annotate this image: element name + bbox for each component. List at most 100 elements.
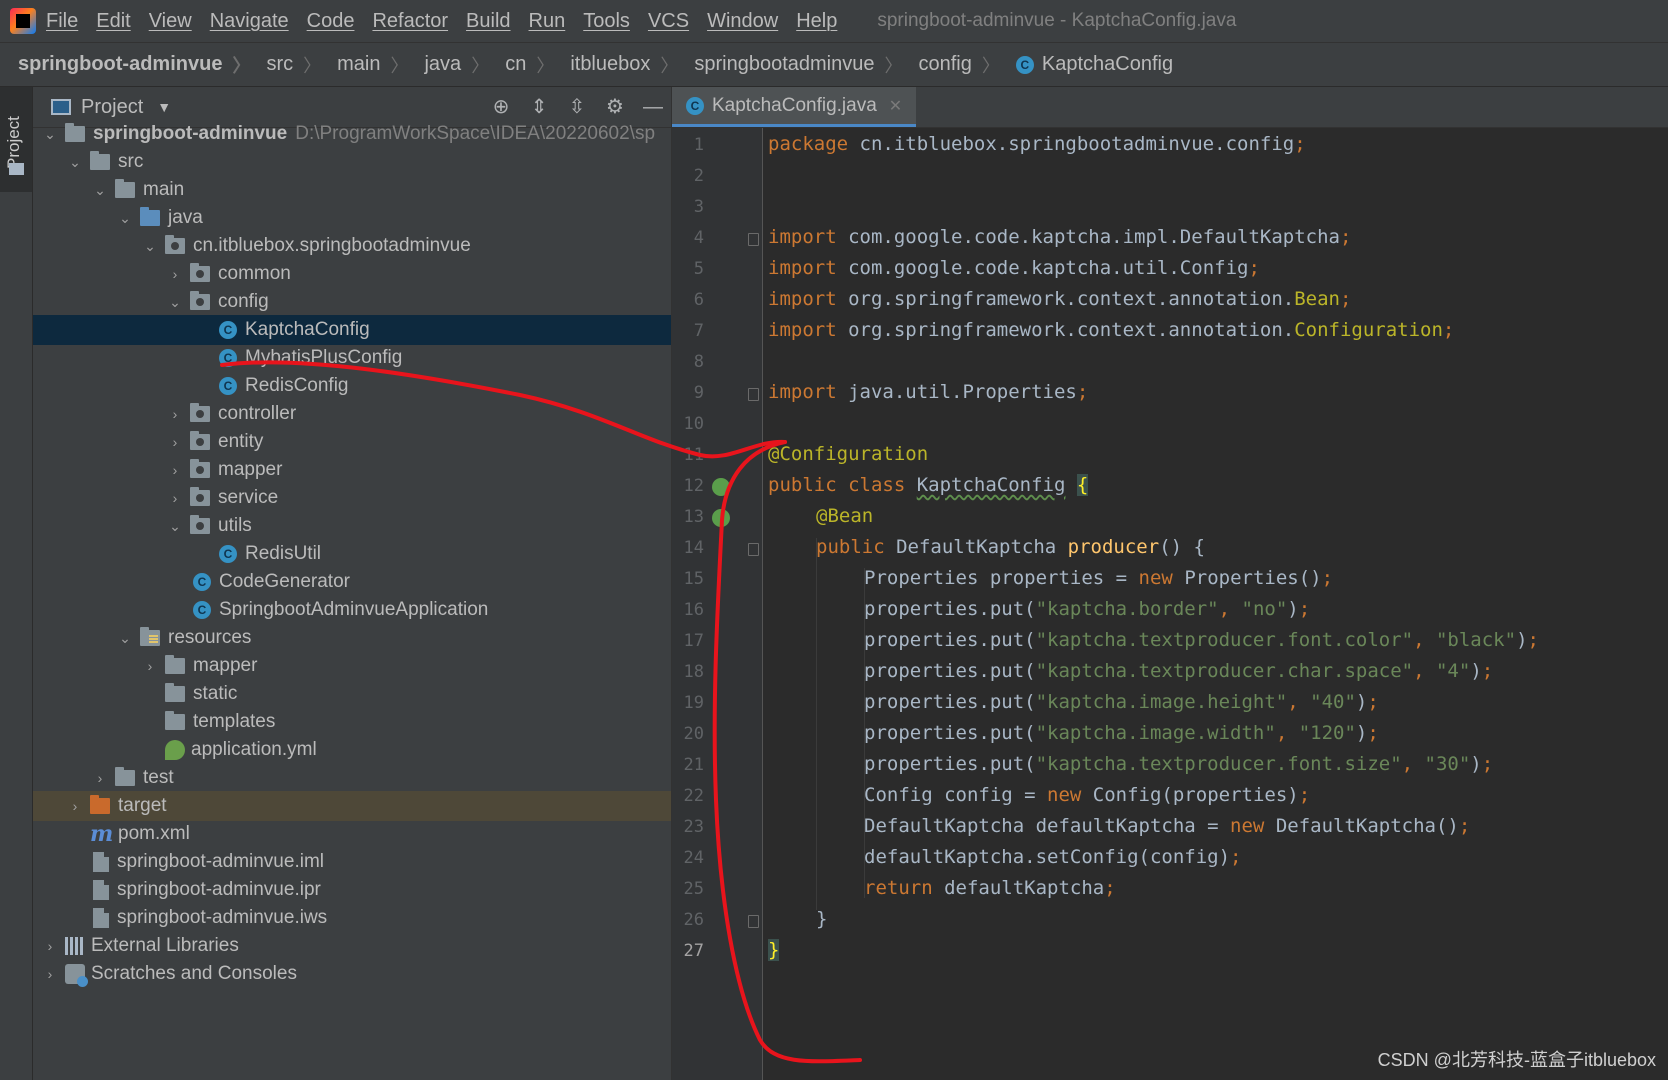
tree-item[interactable]: ⌄ springboot-adminvue D:\ProgramWorkSpace\… [33,119,671,149]
tree-item[interactable]: ⌄ cn.itbluebox.springbootadminvue [33,231,671,261]
chevron-right-icon[interactable]: › [168,490,182,506]
tree-item[interactable]: › common [33,259,671,289]
editor-tab-kaptchaconfig[interactable]: C KaptchaConfig.java ✕ [672,87,917,127]
menu-tools[interactable]: Tools [583,10,630,33]
chevron-down-icon[interactable]: ⌄ [143,238,157,255]
code-token: ) [1355,691,1368,713]
fold-icon[interactable] [748,543,759,556]
tree-item[interactable]: › Scratches and Consoles [33,959,671,989]
chevron-down-icon[interactable]: ⌄ [118,630,132,647]
chevron-down-icon[interactable]: ⌄ [168,294,182,311]
project-tool-window-tab[interactable]: Project [0,87,32,192]
tree-item[interactable]: C SpringbootAdminvueApplication [33,595,671,625]
tree-item[interactable]: templates [33,707,671,737]
chevron-down-icon[interactable]: ⌄ [93,182,107,199]
menu-vcs[interactable]: VCS [648,10,689,33]
tree-item[interactable]: › service [33,483,671,513]
breadcrumb-item[interactable]: itbluebox 〉 [570,52,678,78]
breadcrumb-item[interactable]: springbootadminvue 〉 [694,52,902,78]
tree-item[interactable]: ⌄ java [33,203,671,233]
tree-item[interactable]: springboot-adminvue.iml [33,847,671,877]
menu-window[interactable]: Window [707,10,778,33]
chevron-right-icon[interactable]: › [168,434,182,450]
breadcrumb-item[interactable]: springboot-adminvue 〉 [18,52,250,78]
tree-item[interactable]: springboot-adminvue.iws [33,903,671,933]
breadcrumb-item[interactable]: main 〉 [337,52,408,78]
chevron-down-icon[interactable]: ⌄ [68,154,82,171]
breadcrumb-item[interactable]: config 〉 [919,52,1000,78]
chevron-down-icon[interactable]: ▼ [157,99,171,115]
fold-icon[interactable] [748,915,759,928]
chevron-down-icon[interactable]: ⌄ [43,126,57,143]
tree-item[interactable]: › entity [33,427,671,457]
code-token: "no" [1241,598,1288,620]
intellij-logo-icon [10,8,36,34]
code-token: import [768,288,837,310]
code-token: defaultKaptcha.setConfig(config) [864,846,1231,868]
tree-item[interactable]: › target [33,791,671,821]
menu-help[interactable]: Help [796,10,837,33]
spring-bean-icon[interactable] [712,509,730,527]
tree-item[interactable]: springboot-adminvue.ipr [33,875,671,905]
line-number: 4 [693,228,704,248]
chevron-right-icon[interactable]: › [168,266,182,282]
tree-item[interactable]: C CodeGenerator [33,567,671,597]
chevron-right-icon[interactable]: › [143,658,157,674]
menu-view[interactable]: View [149,10,192,33]
tree-item[interactable]: › mapper [33,455,671,485]
menu-refactor[interactable]: Refactor [372,10,448,33]
breadcrumb-item[interactable]: C KaptchaConfig [1015,53,1173,76]
minimize-icon[interactable]: — [641,95,665,119]
tree-item[interactable]: C MybatisPlusConfig [33,343,671,373]
fold-icon[interactable] [748,233,759,246]
menu-navigate[interactable]: Navigate [210,10,289,33]
gear-icon[interactable]: ⚙ [603,95,627,119]
chevron-down-icon[interactable]: ⌄ [118,210,132,227]
tree-item[interactable]: › mapper [33,651,671,681]
breadcrumb-item[interactable]: cn 〉 [505,52,554,78]
menu-code[interactable]: Code [307,10,355,33]
chevron-down-icon[interactable]: ⌄ [168,518,182,535]
code-token: ; [1339,288,1352,310]
menu-edit[interactable]: Edit [96,10,130,33]
tree-item-label: config [218,291,269,312]
code-line-23: DefaultKaptcha defaultKaptcha = new Defa… [864,810,1470,843]
tree-item[interactable]: C RedisUtil [33,539,671,569]
tree-item[interactable]: m pom.xml [33,819,671,849]
collapse-all-icon[interactable]: ⇳ [565,95,589,119]
tree-item[interactable]: static [33,679,671,709]
chevron-right-icon[interactable]: › [68,798,82,814]
tree-item[interactable]: ⌄ resources [33,623,671,653]
tree-item[interactable]: › test [33,763,671,793]
tree-item[interactable]: C RedisConfig [33,371,671,401]
menu-run[interactable]: Run [529,10,566,33]
expand-all-icon[interactable]: ⇕ [527,95,551,119]
spring-bean-icon[interactable] [712,478,730,496]
close-icon[interactable]: ✕ [889,96,902,116]
tree-item[interactable]: application.yml [33,735,671,765]
chevron-right-icon[interactable]: › [43,966,57,982]
menu-build[interactable]: Build [466,10,510,33]
tree-item[interactable]: › External Libraries [33,931,671,961]
tree-item[interactable]: ⌄ src [33,147,671,177]
chevron-right-icon[interactable]: › [168,406,182,422]
tree-item-selected[interactable]: C KaptchaConfig [33,315,671,345]
code-area[interactable]: package cn.itbluebox.springbootadminvue.… [768,128,1668,1080]
tree-item[interactable]: ⌄ config [33,287,671,317]
project-panel-title[interactable]: Project [81,96,143,119]
locate-icon[interactable]: ⊕ [489,95,513,119]
breadcrumb-item[interactable]: java 〉 [424,52,489,78]
menu-file[interactable]: File [46,10,78,33]
chevron-right-icon[interactable]: › [168,462,182,478]
tree-item-label: service [218,487,279,508]
tree-item[interactable]: ⌄ main [33,175,671,205]
breadcrumb-item[interactable]: src 〉 [266,52,321,78]
code-token: @Bean [816,505,874,527]
tree-item[interactable]: ⌄ utils [33,511,671,541]
fold-icon[interactable] [748,388,759,401]
chevron-right-icon[interactable]: › [43,938,57,954]
chevron-right-icon[interactable]: › [93,770,107,786]
code-token: ; [1321,567,1334,589]
tree-item[interactable]: › controller [33,399,671,429]
chevron-right-icon: 〉 [471,55,490,76]
